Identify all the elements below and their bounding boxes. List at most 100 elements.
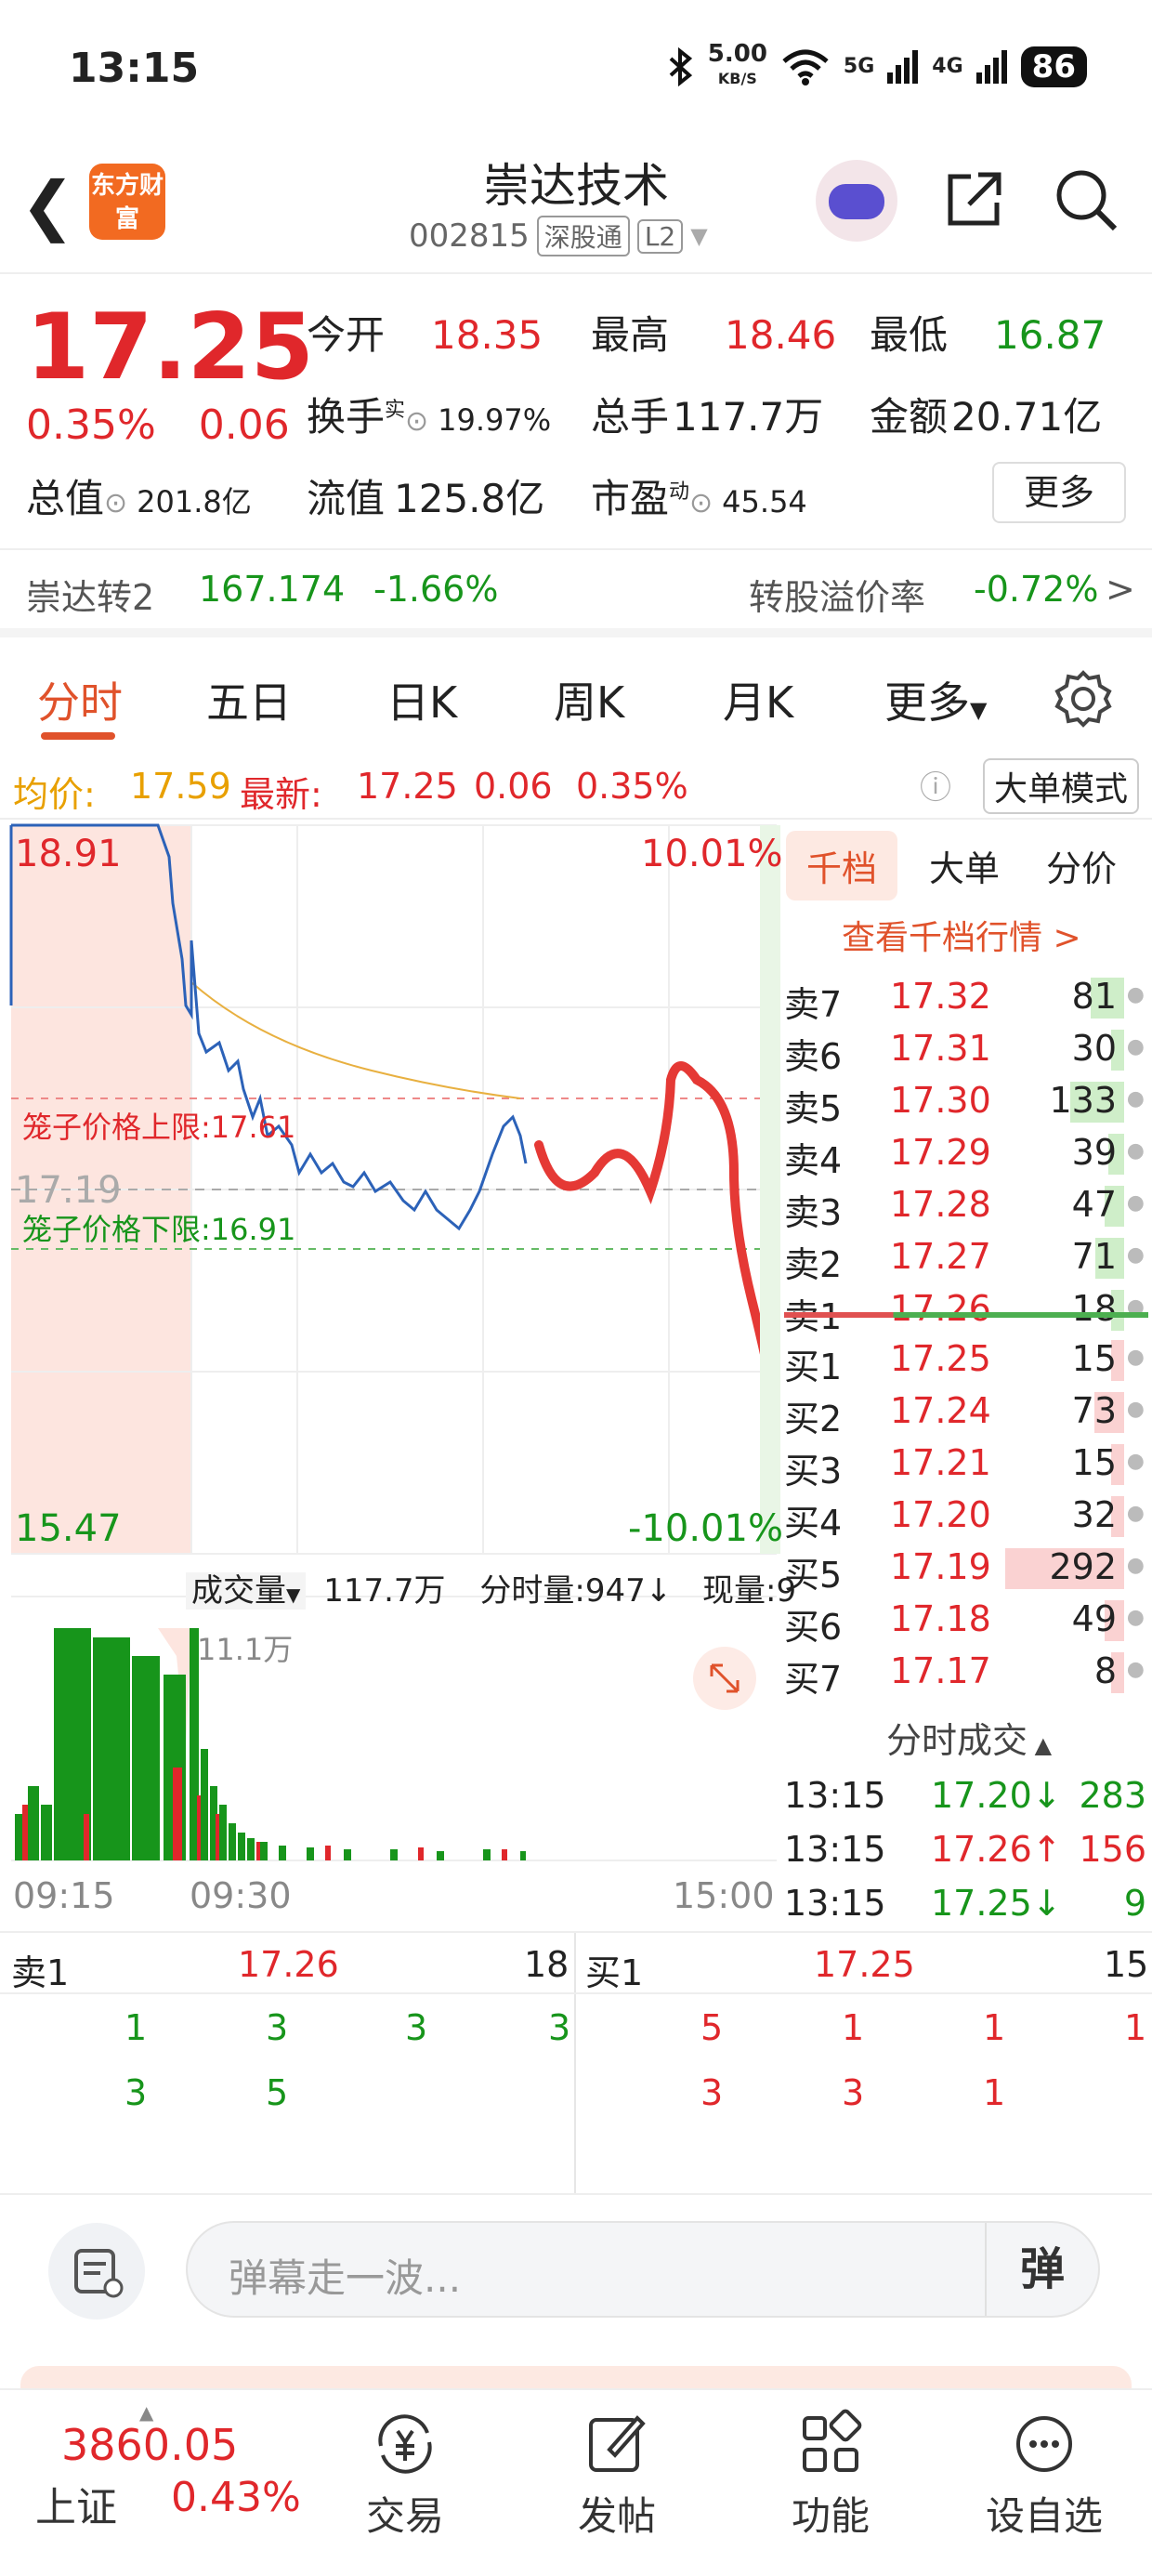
nav-post[interactable]: 发帖 <box>552 2409 682 2542</box>
help-icon[interactable]: ⓘ <box>920 762 951 808</box>
tab-thousand-levels[interactable]: 千档 <box>786 831 898 900</box>
volume-selector[interactable]: 成交量▼ <box>186 1572 307 1610</box>
queue-buy-price: 17.25 <box>814 1944 915 1985</box>
turnover-field: 换手实⊙ 19.97% <box>307 386 551 442</box>
last-change: 0.06 <box>474 766 553 807</box>
tab-more-label: 更多 <box>884 677 970 728</box>
level-volume: 15 <box>1071 1442 1117 1483</box>
bid-level-row[interactable]: 买5 17.19 292 ● <box>780 1543 1152 1596</box>
queue-buy-item: 3 <box>700 2072 724 2113</box>
amount-field: 金额20.71亿 <box>870 386 1102 442</box>
bid-level-row[interactable]: 买3 17.21 15 ● <box>780 1439 1152 1492</box>
tab-daily-k[interactable]: 日K <box>386 669 457 730</box>
ask-level-row[interactable]: 卖2 17.27 71 ● <box>780 1232 1152 1285</box>
low-field: 最低 16.87 <box>870 304 1106 361</box>
high-label: 最高 <box>591 312 670 358</box>
danmu-toggle-button[interactable]: 弹 <box>985 2223 1098 2316</box>
caret-down-icon: ▼ <box>970 697 988 723</box>
nav-functions[interactable]: 功能 <box>766 2409 896 2542</box>
tab-five-day[interactable]: 五日 <box>206 669 292 730</box>
trades-header[interactable]: 分时成交 ▲ <box>886 1712 1052 1763</box>
bid-level-row[interactable]: 买2 17.24 73 ● <box>780 1387 1152 1439</box>
last-label: 最新: <box>240 774 322 815</box>
level-label: 卖2 <box>784 1244 843 1285</box>
bid-level-row[interactable]: 买4 17.20 32 ● <box>780 1491 1152 1544</box>
view-levels-link[interactable]: 查看千档行情 > <box>842 911 1081 959</box>
level-volume: 81 <box>1071 976 1117 1017</box>
info-icon[interactable]: ⊙ <box>405 405 428 438</box>
nav-trade-label: 交易 <box>365 2493 444 2539</box>
more-button[interactable]: 更多 <box>992 462 1126 523</box>
ask-level-row[interactable]: 卖117.2618● <box>780 1284 1152 1337</box>
queue-buy-item: 1 <box>842 2007 865 2048</box>
level-label: 卖6 <box>784 1036 843 1077</box>
settings-gear-icon[interactable] <box>1054 669 1113 729</box>
intraday-chart[interactable]: 18.91 10.01% 17.19 15.47 -10.01% 笼子价格上限:… <box>0 820 796 1929</box>
net-speed-unit: KB/S <box>717 70 757 87</box>
index-name: 上证 <box>35 2484 117 2531</box>
amount-label: 金额 <box>870 394 949 440</box>
amount-value: 20.71亿 <box>951 394 1103 440</box>
tab-intraday[interactable]: 分时 <box>37 669 123 730</box>
level-price: 17.21 <box>890 1442 991 1483</box>
battery-icon: 86 <box>1020 46 1087 87</box>
level-dot-icon: ● <box>1126 1243 1145 1267</box>
trade-time: 13:15 <box>784 1775 886 1816</box>
caret-up-icon: ▲ <box>1028 1732 1053 1758</box>
danmu-input[interactable]: 弹幕走一波... 弹 <box>186 2221 1100 2318</box>
ask-level-row[interactable]: 卖6 17.31 30 ● <box>780 1024 1152 1077</box>
bid-level-row[interactable]: 买6 17.18 49 ● <box>780 1595 1152 1648</box>
level-volume: 39 <box>1071 1132 1117 1173</box>
ask-level-row[interactable]: 卖7 17.32 81 ● <box>780 972 1152 1025</box>
index-value: 3860.05 <box>61 2420 239 2470</box>
nav-trade[interactable]: 交易 <box>340 2409 470 2542</box>
tab-weekly-k[interactable]: 周K <box>554 669 624 730</box>
depth-edge <box>760 825 780 1554</box>
level-volume: 47 <box>1071 1184 1117 1225</box>
last-pct: 0.35% <box>576 766 688 807</box>
clock: 13:15 <box>69 45 200 92</box>
info-icon[interactable]: ⊙ <box>104 487 127 519</box>
search-icon[interactable] <box>1052 165 1120 234</box>
float-value: 125.8亿 <box>394 476 545 521</box>
pe-sup: 动 <box>669 480 690 504</box>
trade-price: 17.26↑ <box>931 1829 1062 1870</box>
avg-label: 均价: <box>13 774 96 815</box>
info-icon[interactable]: ⊙ <box>689 487 713 519</box>
chart-bottom-pct: -10.01% <box>628 1507 783 1550</box>
bond-price: 167.174 <box>199 569 346 610</box>
queue-sell-item: 3 <box>548 2007 571 2048</box>
price-summary-row: 均价: 17.59 最新: 17.25 0.06 0.35% ⓘ 大单模式 <box>0 749 1152 820</box>
nav-add-watchlist[interactable]: 设自选 <box>979 2409 1109 2542</box>
nav-add-watchlist-label: 设自选 <box>985 2493 1103 2539</box>
tab-big-orders[interactable]: 大单 <box>929 840 1000 891</box>
index-ticker[interactable]: ▲ 3860.05 上证 0.43% <box>35 2401 314 2550</box>
queue-sell-label: 卖1 <box>11 1952 70 1993</box>
stock-code-row[interactable]: 002815 深股通 L2 ▼ <box>409 216 708 256</box>
tab-more[interactable]: 更多▼ <box>884 669 987 730</box>
book-divider <box>784 1312 1148 1318</box>
signal-icon <box>887 49 919 84</box>
big-order-mode-button[interactable]: 大单模式 <box>982 758 1139 814</box>
tab-price-dist[interactable]: 分价 <box>1046 840 1117 891</box>
trade-volume: 283 <box>1079 1775 1146 1816</box>
chevron-right-icon: > <box>1106 569 1135 610</box>
high-field: 最高 18.46 <box>591 304 836 361</box>
tab-monthly-k[interactable]: 月K <box>723 669 793 730</box>
bid-level-row[interactable]: 买1 17.25 15 ● <box>780 1334 1152 1387</box>
bond-pct: -1.66% <box>373 569 499 610</box>
ask-level-row[interactable]: 卖4 17.29 39 ● <box>780 1128 1152 1181</box>
danmu-settings-icon[interactable] <box>48 2223 145 2320</box>
ai-assistant-avatar[interactable] <box>816 160 897 242</box>
chart-top-pct: 10.01% <box>641 833 783 875</box>
trade-row: 13:15 17.25↓ 9 <box>780 1879 1152 1931</box>
share-icon[interactable] <box>943 169 1004 230</box>
volume-header: 成交量▼ 117.7万 分时量:947↓ 现量:9 <box>186 1565 796 1610</box>
ask-level-row[interactable]: 卖3 17.28 47 ● <box>780 1180 1152 1233</box>
bid-level-row[interactable]: 买7 17.17 8 ● <box>780 1647 1152 1700</box>
convertible-bond-row[interactable]: 崇达转2 167.174 -1.66% 转股溢价率 -0.72% > <box>0 548 1152 637</box>
level-price: 17.18 <box>890 1598 991 1639</box>
ask-level-row[interactable]: 卖5 17.30 133 ● <box>780 1076 1152 1129</box>
queue-divider <box>574 1933 576 2193</box>
queue-buy-item: 1 <box>983 2007 1006 2048</box>
